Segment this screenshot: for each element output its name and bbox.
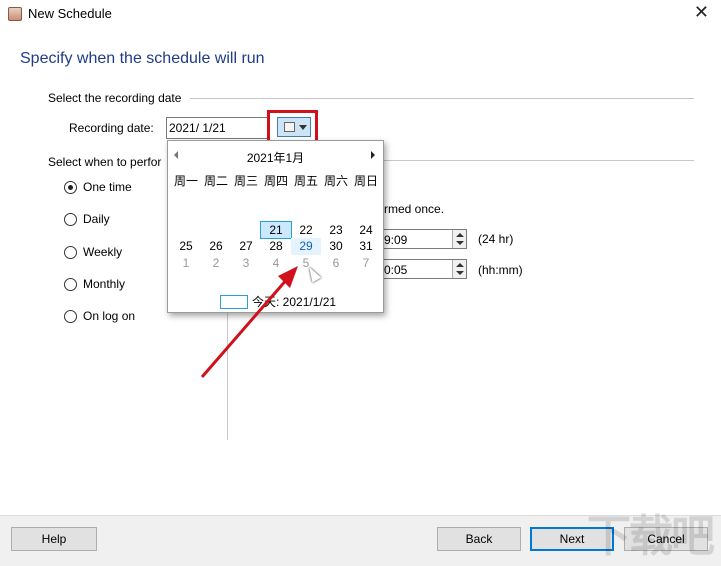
- calendar-day[interactable]: 30: [321, 238, 351, 255]
- spin-up-icon: [456, 233, 464, 237]
- calendar-week-row: [171, 190, 381, 222]
- group-divider: [384, 160, 694, 161]
- duration-unit: (hh:mm): [478, 263, 523, 277]
- calendar-day-next-month[interactable]: 6: [321, 255, 351, 272]
- weekday-header: 周三: [233, 174, 258, 188]
- page-heading: Specify when the schedule will run: [20, 50, 265, 67]
- calendar-day[interactable]: [201, 222, 231, 239]
- duration-value: 0:05: [384, 263, 408, 277]
- radio-label: Weekly: [83, 245, 123, 259]
- calendar-month-label[interactable]: 2021年1月: [168, 149, 383, 166]
- weekday-header: 周五: [293, 174, 318, 188]
- calendar-day[interactable]: 24: [351, 222, 381, 239]
- calendar-week-row: 25 26 27 28 29 30 31: [171, 238, 381, 255]
- group-divider: [190, 98, 694, 99]
- calendar-day-hover[interactable]: 29: [291, 238, 321, 255]
- watermark-logo: 下载吧: [587, 512, 715, 561]
- start-time-spinner[interactable]: [452, 230, 466, 248]
- calendar-day[interactable]: 23: [321, 222, 351, 239]
- vertical-divider: [227, 310, 228, 440]
- calendar-today-label: 今天: 2021/1/21: [252, 295, 337, 309]
- calendar-day[interactable]: 31: [351, 238, 381, 255]
- calendar-day[interactable]: 26: [201, 238, 231, 255]
- calendar-day-today[interactable]: 21: [260, 220, 292, 239]
- start-time-value: 9:09: [384, 233, 408, 247]
- date-group-label: Select the recording date: [48, 91, 186, 105]
- title-bar: New Schedule ✕: [0, 0, 721, 28]
- calendar-day-next-month[interactable]: 1: [171, 255, 201, 272]
- radio-on-log-on[interactable]: On log on: [64, 309, 135, 323]
- calendar-day-next-month[interactable]: 2: [201, 255, 231, 272]
- radio-monthly[interactable]: Monthly: [64, 277, 125, 291]
- calendar-today-link[interactable]: 今天: 2021/1/21: [220, 293, 336, 310]
- calendar-popup[interactable]: 2021年1月 周一 周二 周三 周四 周五 周六 周日 21 22 23 24…: [167, 140, 384, 313]
- radio-dot: [64, 180, 77, 194]
- radio-dot: [64, 309, 77, 323]
- calendar-grid: 周一 周二 周三 周四 周五 周六 周日 21 22 23 24 25 26 2…: [171, 173, 381, 271]
- radio-dot: [64, 212, 77, 226]
- calendar-week-row: 1 2 3 4 5 6 7: [171, 255, 381, 272]
- weekday-header: 周六: [323, 174, 348, 188]
- duration-spinner[interactable]: [452, 260, 466, 278]
- recording-date-field[interactable]: 2021/ 1/21: [166, 117, 270, 139]
- calendar-day[interactable]: 27: [231, 238, 261, 255]
- spin-down-icon: [456, 271, 464, 275]
- when-group-label: Select when to perfor: [48, 155, 166, 169]
- weekday-header: 周二: [203, 174, 228, 188]
- weekday-header: 周四: [263, 174, 288, 188]
- spin-down-icon: [456, 241, 464, 245]
- weekday-header-row: 周一 周二 周三 周四 周五 周六 周日: [171, 173, 381, 190]
- recording-date-label: Recording date:: [69, 121, 154, 135]
- radio-one-time[interactable]: One time: [64, 180, 132, 194]
- radio-weekly[interactable]: Weekly: [64, 245, 122, 259]
- calendar-day[interactable]: 28: [261, 238, 291, 255]
- weekday-header: 周一: [173, 174, 198, 188]
- annotation-highlight-box: [267, 110, 318, 144]
- weekday-header: 周日: [353, 174, 378, 188]
- start-time-unit: (24 hr): [478, 232, 514, 246]
- radio-label: Daily: [83, 212, 110, 226]
- recording-date-value: 2021/ 1/21: [169, 121, 226, 135]
- close-icon[interactable]: ✕: [694, 2, 709, 23]
- calendar-day-next-month[interactable]: 3: [231, 255, 261, 272]
- calendar-day[interactable]: [171, 222, 201, 239]
- calendar-day-next-month[interactable]: 4: [261, 255, 291, 272]
- window-title: New Schedule: [28, 6, 112, 21]
- calendar-day[interactable]: 22: [291, 222, 321, 239]
- spin-up-icon: [456, 263, 464, 267]
- duration-field[interactable]: 0:05: [383, 259, 467, 279]
- calendar-day-next-month[interactable]: 7: [351, 255, 381, 272]
- today-marker-icon: [220, 294, 248, 309]
- back-button[interactable]: Back: [437, 527, 521, 551]
- radio-label: Monthly: [83, 277, 126, 291]
- schedule-description: rmed once.: [384, 202, 445, 216]
- app-icon: [8, 7, 22, 21]
- calendar-week-row: 21 22 23 24: [171, 220, 381, 239]
- calendar-day[interactable]: 25: [171, 238, 201, 255]
- radio-label: On log on: [83, 309, 136, 323]
- calendar-day[interactable]: [231, 222, 261, 239]
- radio-dot: [64, 245, 77, 259]
- radio-label: One time: [83, 180, 132, 194]
- next-month-icon[interactable]: [371, 151, 375, 159]
- start-time-field[interactable]: 9:09: [383, 229, 467, 249]
- radio-daily[interactable]: Daily: [64, 212, 110, 226]
- help-button[interactable]: Help: [11, 527, 97, 551]
- radio-dot: [64, 277, 77, 291]
